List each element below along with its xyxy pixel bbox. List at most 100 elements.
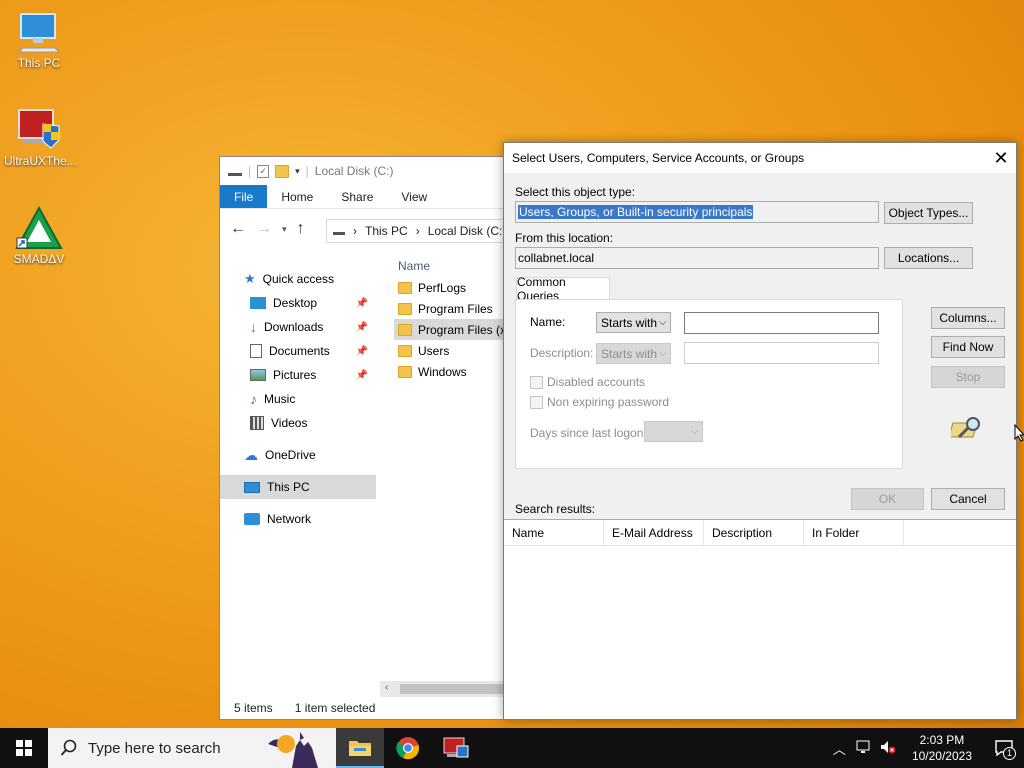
recent-chevron-icon[interactable]: ▾ — [282, 224, 287, 235]
tab-home[interactable]: Home — [267, 185, 327, 208]
pin-icon[interactable]: 📌 — [356, 346, 368, 357]
start-button[interactable] — [0, 728, 48, 768]
locations-button[interactable]: Locations... — [884, 247, 973, 269]
desktop-icon-ultraux[interactable]: UltraUXThe... — [4, 108, 77, 168]
name-label: Name: — [530, 315, 566, 329]
description-mode-value: Starts with — [601, 346, 658, 361]
drive-icon — [333, 227, 345, 235]
column-header-description[interactable]: Description — [704, 520, 804, 545]
find-now-button[interactable]: Find Now — [931, 336, 1005, 358]
tab-file[interactable]: File — [220, 185, 268, 208]
pin-icon[interactable]: 📌 — [356, 370, 368, 381]
disabled-accounts-checkbox[interactable]: Disabled accounts — [530, 375, 645, 389]
properties-icon[interactable]: ✓ — [257, 164, 270, 178]
network-icon[interactable] — [852, 740, 876, 757]
object-types-button[interactable]: Object Types... — [884, 202, 973, 224]
object-type-field[interactable]: Users, Groups, or Built-in security prin… — [515, 201, 879, 223]
file-explorer-window: | ✓ ▾ | Local Disk (C:) File Home Share … — [219, 156, 526, 720]
sidebar-item-label: Music — [264, 392, 296, 406]
cancel-button[interactable]: Cancel — [931, 488, 1005, 510]
scroll-left-icon[interactable]: ‹ — [385, 682, 388, 693]
system-tray: ︿ 2:03 PM 10/20/2023 1 — [827, 728, 1024, 768]
column-header-in-folder[interactable]: In Folder — [804, 520, 904, 545]
clock[interactable]: 2:03 PM 10/20/2023 — [900, 732, 984, 764]
up-arrow-icon[interactable]: ↑ — [297, 220, 305, 238]
file-item[interactable]: Program Files — [394, 298, 520, 319]
ultraux-icon — [443, 737, 469, 758]
chevron-down-icon: ⌵ — [659, 317, 666, 327]
file-item-selected[interactable]: Program Files (x86) — [394, 319, 520, 340]
pin-icon[interactable]: 📌 — [356, 322, 368, 333]
desktop-icon-this-pc[interactable]: This PC — [4, 10, 74, 70]
sidebar-item-network[interactable]: Network — [220, 507, 376, 531]
non-expiring-password-checkbox[interactable]: Non expiring password — [530, 395, 669, 409]
checkbox-box — [530, 375, 543, 389]
column-header-name[interactable]: Name — [504, 520, 604, 545]
dialog-title: Select Users, Computers, Service Account… — [512, 151, 805, 165]
chevron-up-icon[interactable]: ︿ — [827, 739, 852, 758]
select-users-dialog: Select Users, Computers, Service Account… — [503, 142, 1017, 720]
search-results-list[interactable]: Name E-Mail Address Description In Folde… — [504, 519, 1016, 719]
file-name: Program Files — [418, 301, 493, 316]
chrome-icon — [396, 737, 419, 760]
back-arrow-icon[interactable]: ← — [230, 220, 246, 238]
selection-count: 1 item selected — [294, 701, 376, 715]
download-icon: ↓ — [250, 319, 257, 335]
search-animation-icon — [948, 415, 985, 444]
close-icon[interactable]: ✕ — [986, 143, 1016, 173]
column-header-name[interactable]: Name — [394, 255, 520, 277]
clock-date: 10/20/2023 — [911, 749, 972, 763]
horizontal-scrollbar[interactable]: ‹ — [380, 681, 520, 697]
tab-view[interactable]: View — [387, 185, 441, 208]
taskbar-file-explorer[interactable] — [336, 728, 384, 768]
address-bar[interactable]: › This PC › Local Disk (C:) — [326, 219, 526, 243]
stop-button[interactable]: Stop — [931, 366, 1005, 388]
notification-center[interactable]: 1 — [984, 728, 1024, 768]
file-item[interactable]: Users — [394, 340, 520, 361]
name-mode-select[interactable]: Starts with ⌵ — [596, 312, 671, 333]
sidebar-item-documents[interactable]: Documents 📌 — [220, 339, 376, 363]
desktop-icon-label: This PC — [17, 56, 61, 70]
chevron-down-icon[interactable]: ▾ — [295, 166, 300, 177]
desktop-icon-label: SMADΔV — [13, 252, 65, 266]
description-mode-select[interactable]: Starts with ⌵ — [596, 343, 671, 364]
taskbar-ultraux[interactable] — [432, 728, 480, 768]
checkbox-box — [530, 395, 543, 409]
sidebar-item-this-pc[interactable]: This PC — [220, 475, 376, 499]
star-icon: ★ — [244, 271, 256, 286]
monitor-icon — [15, 10, 63, 54]
file-item[interactable]: PerfLogs — [394, 277, 520, 298]
forward-arrow-icon[interactable]: → — [256, 220, 272, 238]
new-folder-icon[interactable] — [275, 164, 290, 178]
breadcrumb-this-pc[interactable]: This PC — [365, 224, 408, 238]
search-icon — [60, 739, 77, 756]
sidebar-item-downloads[interactable]: ↓ Downloads 📌 — [220, 315, 376, 339]
location-field[interactable]: collabnet.local — [515, 247, 879, 269]
tab-share[interactable]: Share — [327, 185, 387, 208]
volume-muted-icon[interactable] — [876, 740, 900, 757]
description-input[interactable] — [684, 342, 879, 364]
pin-icon[interactable]: 📌 — [356, 298, 368, 309]
taskbar-chrome[interactable] — [384, 728, 432, 768]
sidebar-item-pictures[interactable]: Pictures 📌 — [220, 363, 376, 387]
sidebar-item-videos[interactable]: Videos — [220, 411, 376, 435]
taskbar-search-box[interactable]: Type here to search — [48, 728, 336, 768]
sidebar-item-onedrive[interactable]: ☁ OneDrive — [220, 443, 376, 467]
sidebar-item-quick-access[interactable]: ★ Quick access — [220, 267, 376, 291]
name-input[interactable] — [684, 312, 879, 334]
sidebar-item-music[interactable]: ♪ Music — [220, 387, 376, 411]
breadcrumb-separator-icon: › — [353, 224, 357, 238]
taskbar: Type here to search ︿ 2:03 PM 10/20/2023… — [0, 728, 1024, 768]
desktop-icon-smadav[interactable]: SMADΔV — [4, 205, 74, 266]
breadcrumb-local-disk[interactable]: Local Disk (C:) — [428, 224, 507, 238]
ok-button[interactable]: OK — [851, 488, 924, 510]
file-item[interactable]: Windows — [394, 361, 520, 382]
column-header-email[interactable]: E-Mail Address — [604, 520, 704, 545]
columns-button[interactable]: Columns... — [931, 307, 1005, 329]
scrollbar-thumb[interactable] — [400, 684, 520, 694]
tab-common-queries[interactable]: Common Queries — [516, 275, 610, 303]
sidebar-item-desktop[interactable]: Desktop 📌 — [220, 291, 376, 315]
description-label: Description: — [530, 346, 594, 360]
days-since-logon-select[interactable]: ⌵ — [644, 421, 703, 442]
checkbox-label: Non expiring password — [547, 395, 670, 409]
